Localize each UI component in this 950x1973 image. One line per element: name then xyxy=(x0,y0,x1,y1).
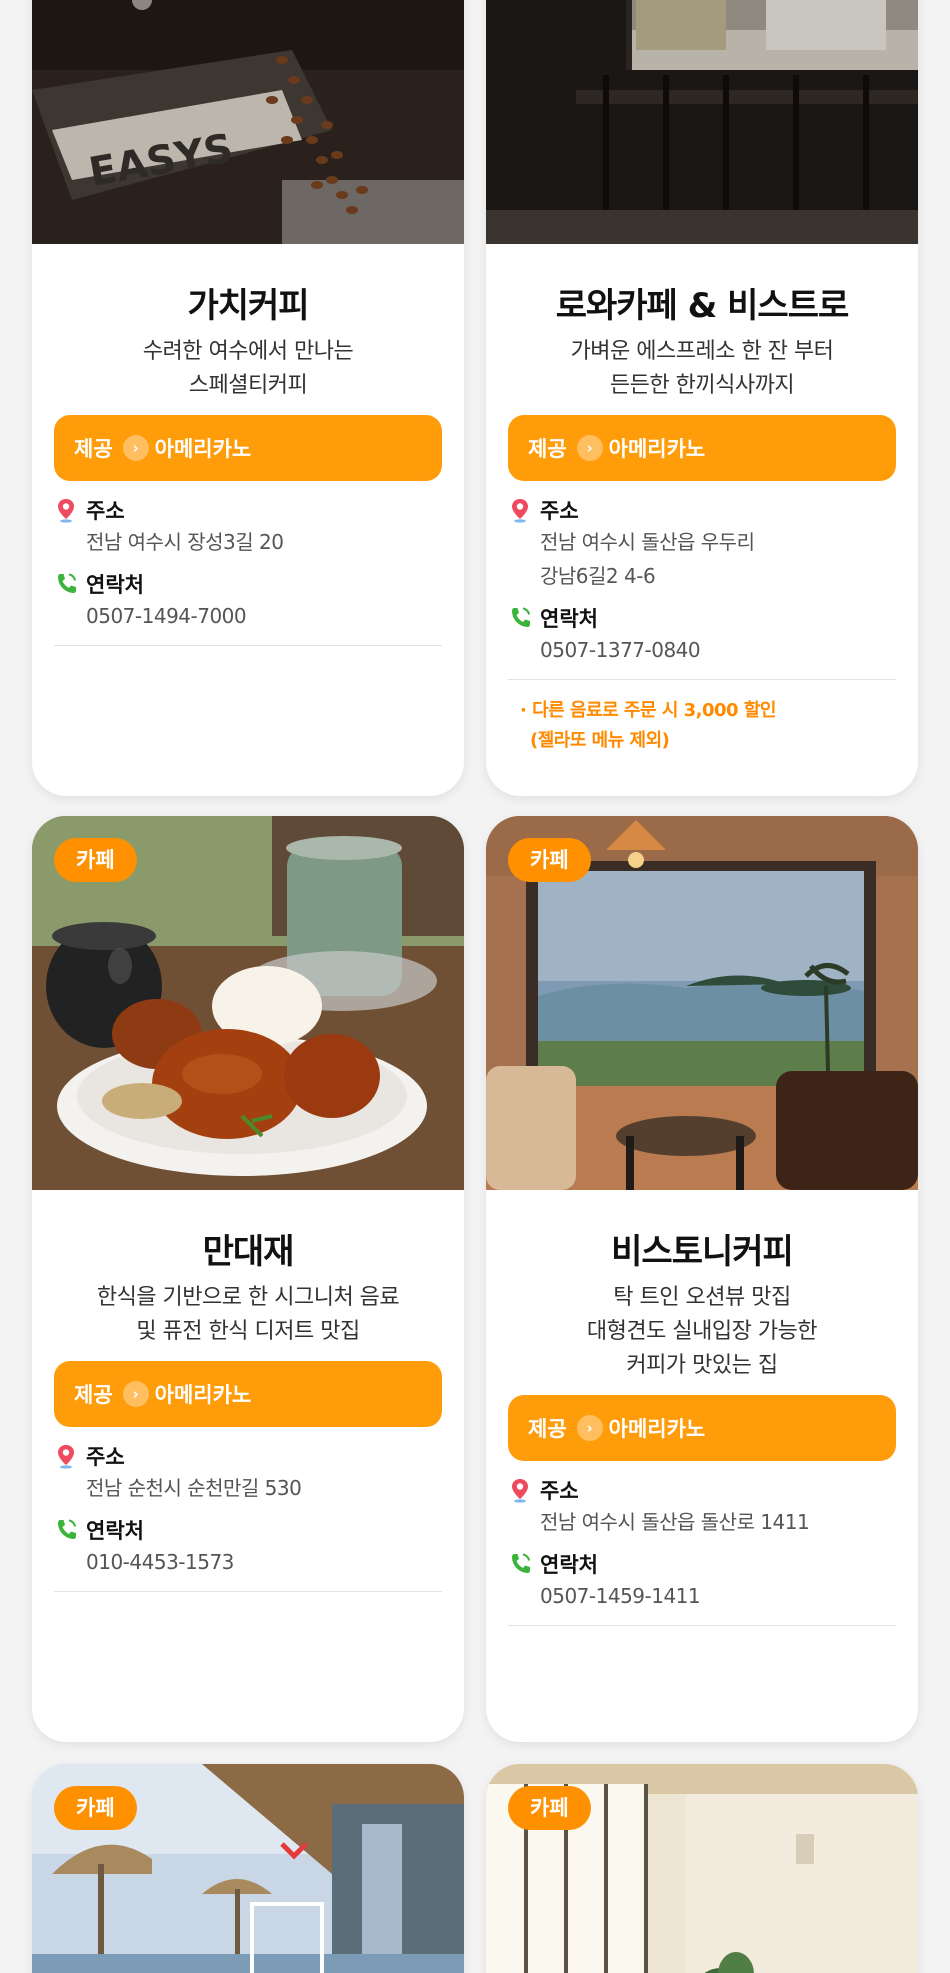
cafe-description: 한식을 기반으로 한 시그니처 음료 및 퓨전 한식 디저트 맛집 xyxy=(54,1281,442,1349)
description-line: 및 퓨전 한식 디저트 맛집 xyxy=(136,1319,360,1344)
description-line: 가벼운 에스프레소 한 잔 부터 xyxy=(570,339,834,364)
phone-icon xyxy=(512,1553,530,1573)
cafe-card-beach[interactable]: 카페 xyxy=(32,1764,464,1973)
offer-button[interactable]: 제공 › 아메리카노 xyxy=(54,415,442,481)
card-body: 가치커피 수려한 여수에서 만나는 스페셜티커피 제공 › 아메리카노 주소 전… xyxy=(32,278,464,646)
cafe-card-mandaejae[interactable]: 카페 만대재 한식을 기반으로 한 시그니처 음료 및 퓨전 한식 디저트 맛집… xyxy=(32,816,464,1742)
divider xyxy=(54,645,442,646)
map-pin-icon xyxy=(512,1479,528,1503)
category-badge: 카페 xyxy=(508,838,591,882)
cafe-photo-bright-interior: 카페 xyxy=(486,1764,918,1973)
chevron-right-icon: › xyxy=(576,1415,603,1441)
chevron-right-icon: › xyxy=(576,435,603,461)
phone-number[interactable]: 0507-1377-0840 xyxy=(508,633,896,667)
address-section: 주소 전남 순천시 순천만길 530 xyxy=(54,1441,442,1505)
address-section: 주소 전남 여수시 장성3길 20 xyxy=(54,495,442,559)
divider xyxy=(508,679,896,680)
category-badge: 카페 xyxy=(54,838,137,882)
cafe-photo-ocean-view: 카페 xyxy=(486,816,918,1190)
cafe-name: 가치커피 xyxy=(187,286,309,326)
map-pin-icon xyxy=(512,499,528,523)
offer-prefix: 제공 xyxy=(74,437,113,461)
address-value: 전남 여수시 돌산읍 돌산로 1411 xyxy=(540,1510,810,1534)
offer-item: 아메리카노 xyxy=(608,437,706,461)
cafe-description: 가벼운 에스프레소 한 잔 부터 든든한 한끼식사까지 xyxy=(508,335,896,403)
phone-icon xyxy=(512,607,530,627)
map-pin-icon xyxy=(58,499,74,523)
address-label: 주소 xyxy=(86,499,125,523)
description-line: 탁 트인 오션뷰 맛집 xyxy=(613,1285,791,1310)
cafe-photo-dining-room xyxy=(486,0,918,244)
cafe-description: 탁 트인 오션뷰 맛집 대형견도 실내입장 가능한 커피가 맛있는 집 xyxy=(508,1281,896,1383)
address-value: 전남 여수시 장성3길 20 xyxy=(86,530,284,554)
phone-number[interactable]: 0507-1459-1411 xyxy=(508,1579,896,1613)
card-body: 비스토니커피 탁 트인 오션뷰 맛집 대형견도 실내입장 가능한 커피가 맛있는… xyxy=(486,1224,918,1626)
address-label: 주소 xyxy=(540,499,579,523)
contact-label: 연락처 xyxy=(86,573,144,597)
offer-item: 아메리카노 xyxy=(608,1417,706,1441)
address-value: 전남 여수시 돌산읍 우두리 강남6길2 4-6 xyxy=(508,525,896,593)
description-line: 대형견도 실내입장 가능한 xyxy=(586,1319,818,1344)
description-line: 든든한 한끼식사까지 xyxy=(609,373,795,398)
cafe-name: 만대재 xyxy=(202,1232,295,1272)
contact-section: 연락처 0507-1459-1411 xyxy=(508,1549,896,1613)
address-line: 전남 여수시 돌산읍 우두리 xyxy=(540,530,755,554)
address-label: 주소 xyxy=(86,1445,125,1469)
offer-prefix: 제공 xyxy=(74,1383,113,1407)
description-line: 수려한 여수에서 만나는 xyxy=(142,339,354,364)
card-body: 만대재 한식을 기반으로 한 시그니처 음료 및 퓨전 한식 디저트 맛집 제공… xyxy=(32,1224,464,1592)
offer-item: 아메리카노 xyxy=(154,1383,252,1407)
cafe-card-rowa[interactable]: 로와카페 & 비스트로 가벼운 에스프레소 한 잔 부터 든든한 한끼식사까지 … xyxy=(486,0,918,796)
address-section: 주소 전남 여수시 돌산읍 우두리 강남6길2 4-6 xyxy=(508,495,896,593)
description-line: 스페셜티커피 xyxy=(188,373,308,398)
offer-button[interactable]: 제공 › 아메리카노 xyxy=(508,415,896,481)
note-line: · 다른 음료로 주문 시 3,000 할인 xyxy=(520,700,776,721)
cafe-card-gachi[interactable]: EASYS 가치커피 수려한 여수에서 만나는 스페셜티커피 제공 › 아메리카… xyxy=(32,0,464,796)
cafe-name: 비스토니커피 xyxy=(611,1232,794,1272)
category-badge: 카페 xyxy=(508,1786,591,1830)
address-value: 전남 순천시 순천만길 530 xyxy=(86,1476,302,1500)
category-badge: 카페 xyxy=(54,1786,137,1830)
contact-label: 연락처 xyxy=(540,1553,598,1577)
contact-section: 연락처 010-4453-1573 xyxy=(54,1515,442,1579)
divider xyxy=(54,1591,442,1592)
cafe-description: 수려한 여수에서 만나는 스페셜티커피 xyxy=(54,335,442,403)
cafe-card-bright-interior[interactable]: 카페 xyxy=(486,1764,918,1973)
contact-label: 연락처 xyxy=(540,607,598,631)
phone-number[interactable]: 010-4453-1573 xyxy=(54,1545,442,1579)
discount-note: · 다른 음료로 주문 시 3,000 할인 (젤라또 메뉴 제외) xyxy=(508,696,896,756)
note-line: (젤라또 메뉴 제외) xyxy=(530,730,670,751)
offer-button[interactable]: 제공 › 아메리카노 xyxy=(54,1361,442,1427)
offer-item: 아메리카노 xyxy=(154,437,252,461)
divider xyxy=(508,1625,896,1626)
contact-section: 연락처 0507-1377-0840 xyxy=(508,603,896,667)
cafe-photo-korean-dessert: 카페 xyxy=(32,816,464,1190)
cafe-photo-coffee-roaster: EASYS xyxy=(32,0,464,244)
description-line: 커피가 맛있는 집 xyxy=(626,1353,778,1378)
chevron-right-icon: › xyxy=(122,1381,149,1407)
address-section: 주소 전남 여수시 돌산읍 돌산로 1411 xyxy=(508,1475,896,1539)
cafe-photo-beach-terrace: 카페 xyxy=(32,1764,464,1973)
card-body: 로와카페 & 비스트로 가벼운 에스프레소 한 잔 부터 든든한 한끼식사까지 … xyxy=(486,278,918,756)
cafe-name: 로와카페 & 비스트로 xyxy=(555,286,850,326)
contact-section: 연락처 0507-1494-7000 xyxy=(54,569,442,633)
contact-label: 연락처 xyxy=(86,1519,144,1543)
phone-number[interactable]: 0507-1494-7000 xyxy=(54,599,442,633)
chevron-right-icon: › xyxy=(122,435,149,461)
map-pin-icon xyxy=(58,1445,74,1469)
offer-prefix: 제공 xyxy=(528,437,567,461)
description-line: 한식을 기반으로 한 시그니처 음료 xyxy=(96,1285,400,1310)
phone-icon xyxy=(58,1519,76,1539)
cafe-card-bistoni[interactable]: 카페 비스토니커피 탁 트인 오션뷰 맛집 대형견도 실내입장 가능한 커피가 … xyxy=(486,816,918,1742)
phone-icon xyxy=(58,573,76,593)
address-line: 강남6길2 4-6 xyxy=(540,564,656,588)
address-label: 주소 xyxy=(540,1479,579,1503)
offer-button[interactable]: 제공 › 아메리카노 xyxy=(508,1395,896,1461)
offer-prefix: 제공 xyxy=(528,1417,567,1441)
